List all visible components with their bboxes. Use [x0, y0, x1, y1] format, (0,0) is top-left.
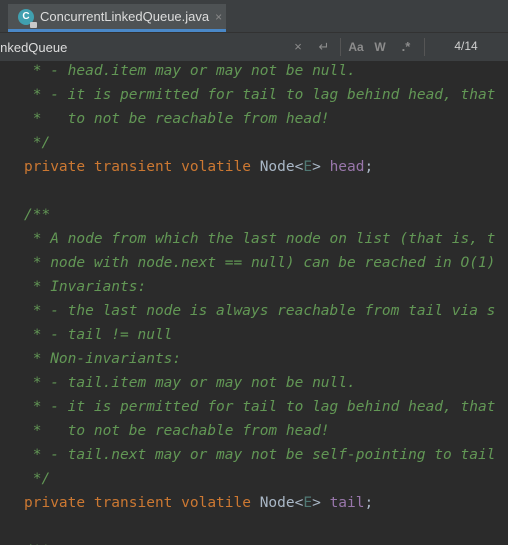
code-token: * - tail.next may or may not be self-poi…: [24, 447, 496, 463]
code-token: E: [303, 495, 313, 511]
code-line: * to not be reachable from head!: [24, 107, 330, 131]
whole-words-toggle[interactable]: W: [372, 38, 388, 56]
lock-icon: [30, 21, 37, 28]
code-token: ;: [364, 495, 374, 511]
match-count: 4/14: [454, 39, 478, 53]
code-line: * - tail != null: [24, 323, 173, 347]
code-token: * node with node.next == null) can be re…: [24, 255, 496, 271]
code-line: */: [24, 131, 50, 155]
code-line: /**: [24, 539, 50, 545]
code-line: * Invariants:: [24, 275, 147, 299]
code-line: */: [24, 467, 50, 491]
tab-close-icon[interactable]: ×: [215, 10, 222, 24]
code-token: >: [312, 495, 330, 511]
code-line: * Non-invariants:: [24, 347, 181, 371]
find-bar: × ↵ Aa W .* 4/14: [0, 33, 508, 62]
regex-toggle[interactable]: .*: [397, 38, 415, 56]
code-token: Node<: [259, 159, 304, 175]
new-line-icon[interactable]: ↵: [316, 38, 332, 56]
code-editor[interactable]: * - head.item may or may not be null. * …: [0, 62, 508, 545]
code-token: * A node from which the last node on lis…: [24, 231, 496, 247]
editor-tab-concurrentlinkedqueue[interactable]: C ConcurrentLinkedQueue.java ×: [8, 4, 226, 32]
code-token: Node<: [259, 495, 304, 511]
code-line: * A node from which the last node on lis…: [24, 227, 496, 251]
code-token: private transient volatile: [24, 159, 260, 175]
code-line: * - head.item may or may not be null.: [24, 62, 356, 83]
code-token: /**: [24, 207, 51, 223]
code-token: ;: [364, 159, 374, 175]
code-token: * - it is permitted for tail to lag behi…: [24, 399, 496, 415]
code-line: * - it is permitted for tail to lag behi…: [24, 395, 496, 419]
clear-search-icon[interactable]: ×: [291, 38, 305, 56]
code-token: * to not be reachable from head!: [24, 423, 330, 439]
code-token: * - it is permitted for tail to lag behi…: [24, 87, 496, 103]
code-token: * Non-invariants:: [24, 351, 182, 367]
code-line: * - tail.next may or may not be self-poi…: [24, 443, 496, 467]
code-line: * - the last node is always reachable fr…: [24, 299, 496, 323]
code-line: * to not be reachable from head!: [24, 419, 330, 443]
code-token: E: [303, 159, 313, 175]
code-line: * node with node.next == null) can be re…: [24, 251, 496, 275]
code-line: private transient volatile Node<E> head;: [24, 155, 373, 179]
code-line: * - tail.item may or may not be null.: [24, 371, 356, 395]
code-token: * to not be reachable from head!: [24, 111, 330, 127]
match-case-toggle[interactable]: Aa: [345, 38, 367, 56]
tab-label: ConcurrentLinkedQueue.java: [40, 9, 210, 24]
code-token: * - head.item may or may not be null.: [24, 63, 356, 79]
code-token: */: [24, 471, 51, 487]
editor-tab-bar: C ConcurrentLinkedQueue.java ×: [0, 0, 508, 33]
code-token: head: [329, 159, 365, 175]
code-line: * - it is permitted for tail to lag behi…: [24, 83, 496, 107]
class-c-icon: C: [18, 8, 37, 28]
code-token: * - tail.item may or may not be null.: [24, 375, 356, 391]
code-token: * - the last node is always reachable fr…: [24, 303, 496, 319]
toolbar-divider: [424, 38, 425, 56]
find-input[interactable]: [0, 33, 285, 61]
code-line: /**: [24, 203, 50, 227]
code-token: tail: [329, 495, 365, 511]
code-token: * - tail != null: [24, 327, 173, 343]
code-token: private transient volatile: [24, 495, 260, 511]
code-line: private transient volatile Node<E> tail;: [24, 491, 373, 515]
toolbar-divider: [340, 38, 341, 56]
code-token: >: [312, 159, 330, 175]
code-token: */: [24, 135, 51, 151]
code-token: * Invariants:: [24, 279, 147, 295]
